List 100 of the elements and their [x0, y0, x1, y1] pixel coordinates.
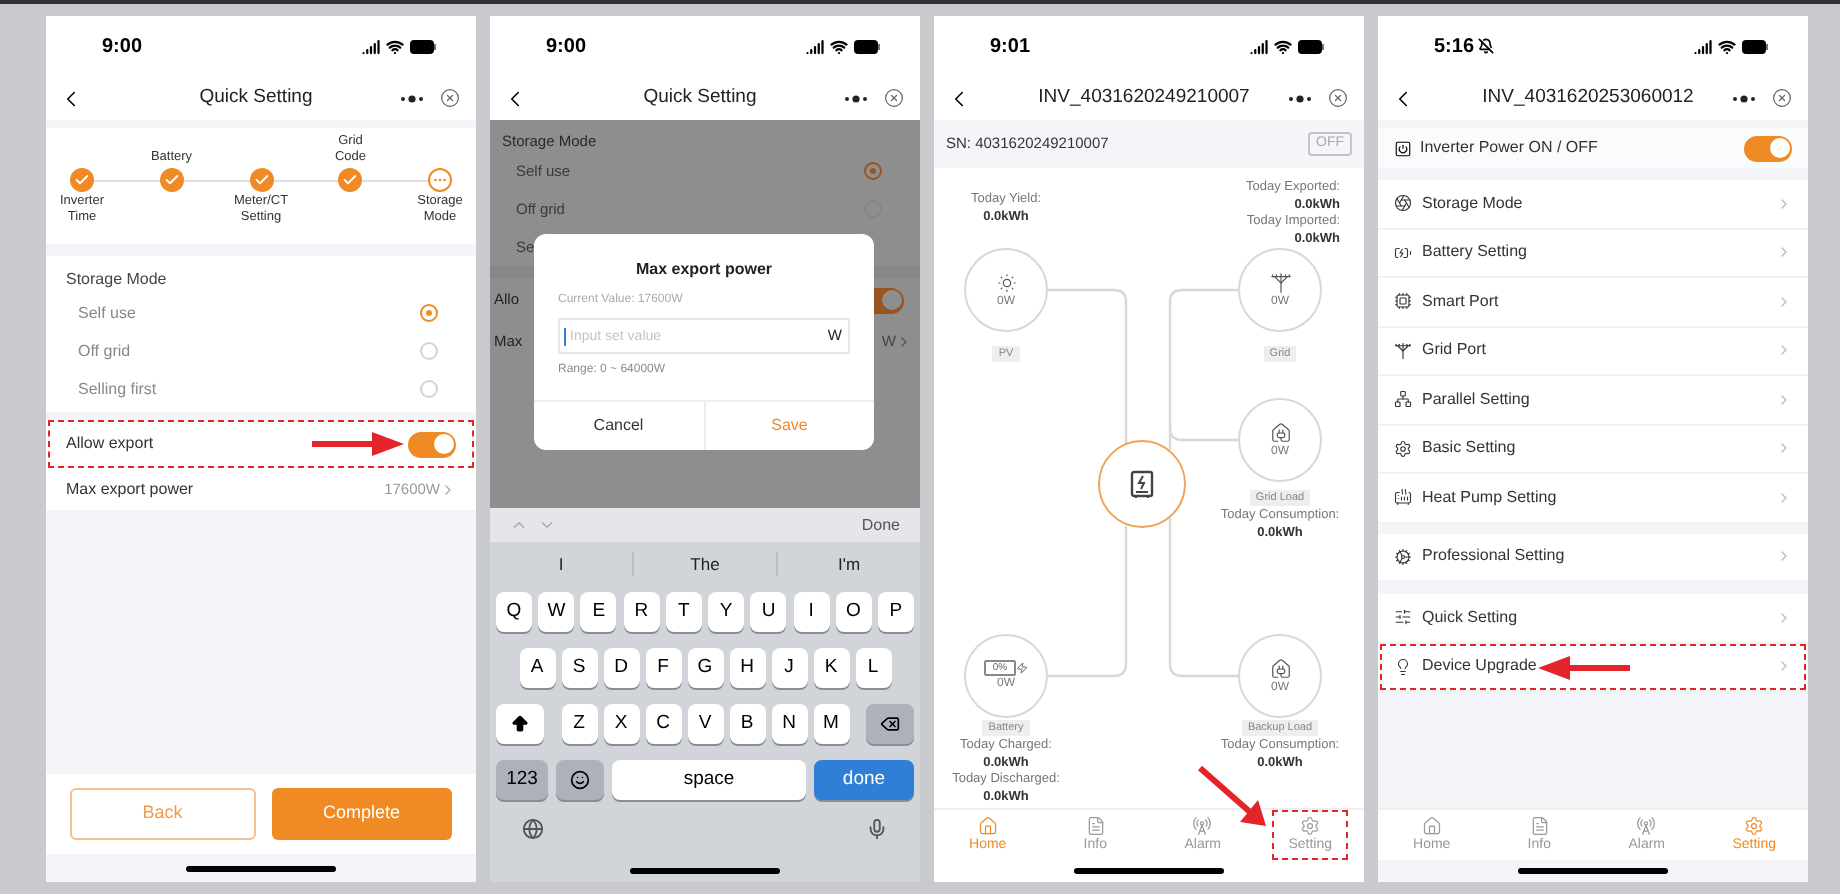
- status-time: 9:00: [102, 33, 143, 61]
- menu-label[interactable]: Storage Mode: [1422, 191, 1523, 216]
- menu-label: Inverter Power ON / OFF: [1420, 136, 1600, 160]
- word-suggestion[interactable]: The: [690, 551, 720, 577]
- battery-icon: [1742, 39, 1768, 53]
- max-export-label: Max export power: [66, 477, 194, 501]
- inverter-node[interactable]: [1098, 440, 1186, 528]
- keyboard-key[interactable]: G: [687, 648, 723, 688]
- menu-label[interactable]: Basic Setting: [1422, 436, 1516, 461]
- keyboard-key[interactable]: F: [645, 648, 681, 688]
- chevron-icon: [1776, 609, 1792, 626]
- keyboard-key[interactable]: K: [813, 648, 849, 688]
- backspace-key[interactable]: [866, 704, 914, 744]
- menu-label[interactable]: Heat Pump Setting: [1422, 485, 1557, 510]
- chevron-icon: [1776, 440, 1792, 457]
- menu-label[interactable]: Parallel Setting: [1422, 387, 1530, 412]
- chevron-icon: [1776, 391, 1792, 408]
- keyboard-key[interactable]: E: [580, 592, 617, 632]
- keyboard-key[interactable]: V: [687, 704, 723, 744]
- keyboard-key[interactable]: H: [729, 648, 765, 688]
- settings-icon: [1300, 816, 1321, 836]
- radio-button[interactable]: [420, 304, 438, 322]
- mode-label[interactable]: Selling first: [78, 377, 157, 401]
- allow-export-label: Allow export: [66, 432, 154, 456]
- microphone-icon[interactable]: [866, 818, 888, 840]
- keyboard-key[interactable]: L: [855, 648, 891, 688]
- network-icon: [1394, 390, 1412, 409]
- menu-label[interactable]: Battery Setting: [1422, 240, 1527, 265]
- sliders-icon: [1394, 608, 1412, 627]
- keyboard-key[interactable]: A: [519, 648, 555, 688]
- signal-icon: [362, 37, 380, 55]
- pointer-arrow: [312, 432, 404, 456]
- keyboard-key[interactable]: Y: [708, 592, 745, 632]
- keyboard-key[interactable]: Q: [496, 592, 532, 632]
- house-plug-icon: [1269, 421, 1291, 443]
- menu-label[interactable]: Quick Setting: [1422, 605, 1518, 630]
- chevron-icon: [896, 334, 912, 350]
- word-suggestion[interactable]: I: [558, 551, 564, 577]
- globe-icon[interactable]: [522, 818, 544, 840]
- radio-button[interactable]: [864, 162, 882, 180]
- wifi-icon: [386, 37, 404, 55]
- keyboard-key[interactable]: D: [603, 648, 639, 688]
- document-icon: [1529, 816, 1550, 836]
- signal-icon: [1694, 37, 1712, 55]
- keyboard-key[interactable]: I: [793, 592, 830, 632]
- keyboard-key[interactable]: P: [877, 592, 914, 632]
- keyboard-key[interactable]: C: [645, 704, 681, 744]
- menu-label[interactable]: Smart Port: [1422, 289, 1499, 314]
- toolbar-done[interactable]: Done: [861, 513, 900, 537]
- close-icon[interactable]: [884, 88, 904, 108]
- mode-label[interactable]: Off grid: [78, 339, 131, 363]
- keyboard-key[interactable]: R: [623, 592, 660, 632]
- pylon-icon: [1394, 341, 1412, 360]
- menu-label[interactable]: Device Upgrade: [1422, 654, 1537, 679]
- pointer-arrow: [1538, 655, 1630, 679]
- keyboard-key[interactable]: X: [603, 704, 639, 744]
- chevron-icon: [1776, 548, 1792, 565]
- more-icon[interactable]: [1732, 93, 1756, 103]
- keyboard-key[interactable]: W: [538, 592, 575, 632]
- close-icon[interactable]: [1328, 88, 1348, 108]
- keyboard-key[interactable]: N: [771, 704, 807, 744]
- keyboard-key[interactable]: done: [814, 760, 914, 800]
- toggle-switch[interactable]: [408, 431, 456, 457]
- chip-icon: [1394, 292, 1412, 311]
- word-suggestion[interactable]: I'm: [837, 551, 861, 577]
- toggle-switch[interactable]: [1744, 135, 1792, 161]
- close-icon[interactable]: [1772, 88, 1792, 108]
- chevron-icon: [1776, 195, 1792, 212]
- keyboard-key[interactable]: Z: [561, 704, 597, 744]
- more-icon[interactable]: [844, 93, 868, 103]
- menu-label[interactable]: Grid Port: [1422, 338, 1487, 363]
- keyboard-key[interactable]: B: [729, 704, 765, 744]
- keyboard-key[interactable]: S: [561, 648, 597, 688]
- inverter-icon: [1130, 469, 1154, 499]
- cancel-button[interactable]: Cancel: [534, 402, 705, 450]
- keyboard-key[interactable]: 123: [496, 760, 548, 800]
- wifi-icon: [830, 37, 848, 55]
- menu-label[interactable]: Professional Setting: [1422, 544, 1565, 569]
- close-icon[interactable]: [440, 88, 460, 108]
- status-time: 5:16: [1434, 33, 1475, 61]
- section-title: Storage Mode: [66, 268, 167, 292]
- mode-label[interactable]: Self use: [78, 301, 136, 325]
- keyboard-key[interactable]: J: [771, 648, 807, 688]
- battery-icon: [410, 39, 436, 53]
- dialog-title: Max export power: [635, 258, 772, 282]
- more-icon[interactable]: [400, 93, 424, 103]
- screen-title: Quick Setting: [197, 83, 315, 112]
- chevron-icon: [1776, 342, 1792, 359]
- keyboard-key[interactable]: M: [813, 704, 849, 744]
- pointer-arrow: [1196, 764, 1268, 828]
- keyboard-key[interactable]: U: [750, 592, 787, 632]
- more-icon[interactable]: [1288, 93, 1312, 103]
- wifi-icon: [1718, 37, 1736, 55]
- emoji-key[interactable]: [556, 760, 604, 800]
- battery-icon: [1298, 39, 1324, 53]
- keyboard-key[interactable]: space: [612, 760, 806, 800]
- keyboard-key[interactable]: T: [665, 592, 702, 632]
- shift-key[interactable]: [496, 704, 544, 744]
- keyboard-key[interactable]: O: [835, 592, 872, 632]
- text-cursor: [564, 327, 566, 345]
